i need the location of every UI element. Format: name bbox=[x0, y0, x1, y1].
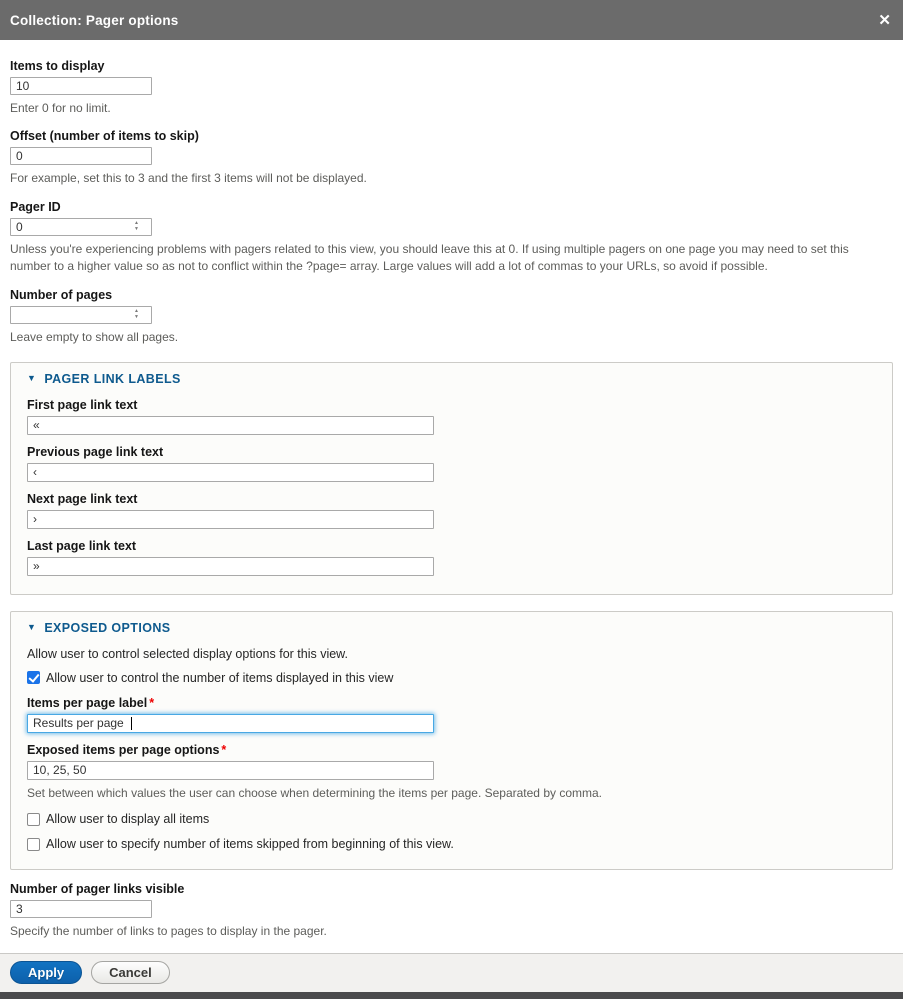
pager-links-visible-input[interactable] bbox=[10, 900, 152, 918]
next-page-link-label: Next page link text bbox=[27, 492, 876, 506]
number-of-pages-input[interactable] bbox=[10, 306, 152, 324]
skip-items-checkbox-label: Allow user to specify number of items sk… bbox=[46, 837, 454, 851]
collapse-arrow-icon: ▼ bbox=[27, 623, 36, 632]
skip-items-checkbox-row: Allow user to specify number of items sk… bbox=[27, 837, 876, 851]
modal-title: Collection: Pager options bbox=[10, 13, 179, 28]
previous-page-link-field: Previous page link text bbox=[27, 445, 876, 482]
pager-link-labels-fieldset: ▼ PAGER LINK LABELS First page link text… bbox=[10, 362, 893, 595]
items-to-display-label: Items to display bbox=[10, 59, 893, 73]
items-per-page-label-label: Items per page label* bbox=[27, 696, 876, 710]
required-marker: * bbox=[149, 696, 154, 710]
offset-field: Offset (number of items to skip) For exa… bbox=[10, 129, 893, 187]
next-page-link-input[interactable] bbox=[27, 510, 434, 529]
pager-id-description: Unless you're experiencing problems with… bbox=[10, 241, 885, 276]
first-page-link-label: First page link text bbox=[27, 398, 876, 412]
display-all-checkbox-row: Allow user to display all items bbox=[27, 812, 876, 826]
offset-input[interactable] bbox=[10, 147, 152, 165]
first-page-link-field: First page link text bbox=[27, 398, 876, 435]
items-per-page-label-field: Items per page label* bbox=[27, 696, 876, 733]
pager-id-input[interactable] bbox=[10, 218, 152, 236]
items-to-display-input[interactable] bbox=[10, 77, 152, 95]
offset-label: Offset (number of items to skip) bbox=[10, 129, 893, 143]
display-all-checkbox[interactable] bbox=[27, 813, 40, 826]
previous-page-link-input[interactable] bbox=[27, 463, 434, 482]
number-of-pages-field: Number of pages ▲▼ Leave empty to show a… bbox=[10, 288, 893, 346]
pager-id-label: Pager ID bbox=[10, 200, 893, 214]
cancel-button[interactable]: Cancel bbox=[91, 961, 170, 984]
display-all-checkbox-label: Allow user to display all items bbox=[46, 812, 209, 826]
control-items-checkbox-row: Allow user to control the number of item… bbox=[27, 671, 876, 685]
last-page-link-input[interactable] bbox=[27, 557, 434, 576]
last-page-link-label: Last page link text bbox=[27, 539, 876, 553]
previous-page-link-label: Previous page link text bbox=[27, 445, 876, 459]
exposed-options-intro: Allow user to control selected display o… bbox=[27, 647, 876, 661]
exposed-items-options-field: Exposed items per page options* Set betw… bbox=[27, 743, 876, 802]
legend-text: EXPOSED OPTIONS bbox=[44, 621, 170, 635]
first-page-link-input[interactable] bbox=[27, 416, 434, 435]
skip-items-checkbox[interactable] bbox=[27, 838, 40, 851]
number-spinner-icon[interactable]: ▲▼ bbox=[134, 309, 139, 320]
pager-links-visible-label: Number of pager links visible bbox=[10, 882, 893, 896]
exposed-options-legend[interactable]: ▼ EXPOSED OPTIONS bbox=[27, 621, 876, 635]
pager-links-visible-description: Specify the number of links to pages to … bbox=[10, 923, 885, 940]
apply-button[interactable]: Apply bbox=[10, 961, 82, 984]
exposed-options-fieldset: ▼ EXPOSED OPTIONS Allow user to control … bbox=[10, 611, 893, 870]
items-per-page-label-input[interactable] bbox=[27, 714, 434, 733]
offset-description: For example, set this to 3 and the first… bbox=[10, 170, 885, 187]
next-page-link-field: Next page link text bbox=[27, 492, 876, 529]
text-cursor bbox=[131, 717, 132, 730]
pager-id-field: Pager ID ▲▼ Unless you're experiencing p… bbox=[10, 200, 893, 276]
page-background-edge bbox=[0, 992, 903, 999]
items-to-display-field: Items to display Enter 0 for no limit. bbox=[10, 59, 893, 117]
pager-links-visible-field: Number of pager links visible Specify th… bbox=[10, 882, 893, 940]
number-spinner-icon[interactable]: ▲▼ bbox=[134, 221, 139, 232]
modal-footer: Apply Cancel bbox=[0, 953, 903, 992]
items-to-display-description: Enter 0 for no limit. bbox=[10, 100, 885, 117]
pager-link-labels-legend[interactable]: ▼ PAGER LINK LABELS bbox=[27, 372, 876, 386]
pager-options-form: Items to display Enter 0 for no limit. O… bbox=[0, 40, 903, 953]
close-icon[interactable]: ✕ bbox=[878, 13, 891, 28]
number-of-pages-label: Number of pages bbox=[10, 288, 893, 302]
exposed-items-options-description: Set between which values the user can ch… bbox=[27, 785, 876, 802]
collapse-arrow-icon: ▼ bbox=[27, 374, 36, 383]
exposed-items-options-input[interactable] bbox=[27, 761, 434, 780]
control-items-checkbox-label: Allow user to control the number of item… bbox=[46, 671, 393, 685]
required-marker: * bbox=[221, 743, 226, 757]
last-page-link-field: Last page link text bbox=[27, 539, 876, 576]
exposed-items-options-label: Exposed items per page options* bbox=[27, 743, 876, 757]
number-of-pages-description: Leave empty to show all pages. bbox=[10, 329, 885, 346]
legend-text: PAGER LINK LABELS bbox=[44, 372, 180, 386]
modal-header: Collection: Pager options ✕ bbox=[0, 0, 903, 40]
control-items-checkbox[interactable] bbox=[27, 671, 40, 684]
